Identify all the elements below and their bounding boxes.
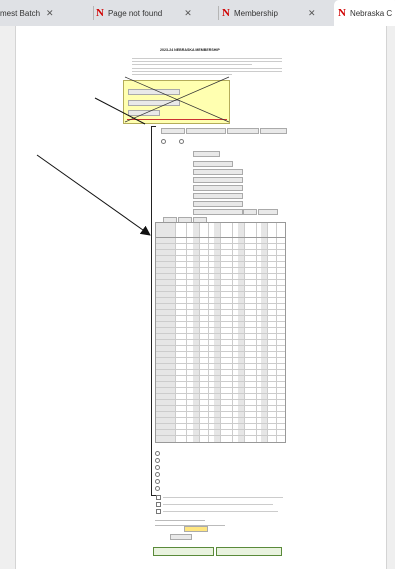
middle-name-input[interactable] bbox=[227, 128, 259, 134]
radio-option[interactable] bbox=[179, 139, 184, 144]
amount-field[interactable] bbox=[184, 526, 208, 532]
close-icon[interactable]: ✕ bbox=[308, 8, 316, 19]
employer-input[interactable] bbox=[193, 201, 243, 207]
sport-radio[interactable] bbox=[155, 479, 160, 484]
mobile-input[interactable] bbox=[193, 193, 243, 199]
close-icon[interactable]: ✕ bbox=[46, 8, 54, 19]
submit-button[interactable] bbox=[153, 547, 214, 556]
zip-input[interactable] bbox=[258, 209, 278, 215]
tab-label: mest Batch bbox=[0, 8, 41, 18]
policy-text bbox=[163, 511, 278, 512]
policy-checkbox[interactable] bbox=[156, 509, 161, 514]
school-select[interactable] bbox=[193, 161, 233, 167]
radio-option[interactable] bbox=[161, 139, 166, 144]
password-field[interactable] bbox=[128, 100, 180, 106]
agree-text bbox=[163, 497, 283, 498]
terms-text bbox=[163, 504, 273, 505]
submit-register-button[interactable] bbox=[216, 547, 282, 556]
agree-checkbox[interactable] bbox=[156, 495, 161, 500]
nebraska-logo-icon: N bbox=[222, 7, 230, 19]
tab-separator bbox=[93, 6, 94, 20]
last-name-input[interactable] bbox=[260, 128, 287, 134]
tab-membership[interactable]: N Membership ✕ bbox=[222, 0, 332, 26]
phone-input[interactable] bbox=[193, 185, 243, 191]
nebraska-logo-icon: N bbox=[338, 7, 346, 19]
state-input[interactable] bbox=[243, 209, 257, 215]
tab-label: Page not found bbox=[107, 8, 163, 18]
title-select[interactable] bbox=[161, 128, 185, 134]
email-input[interactable] bbox=[193, 177, 243, 183]
payment-method-select[interactable] bbox=[170, 534, 192, 540]
form-heading: 2023-24 NEBRASKA MEMBERSHIP bbox=[160, 48, 220, 52]
sport-radio[interactable] bbox=[155, 465, 160, 470]
tab-separator bbox=[218, 6, 219, 20]
warning-line bbox=[127, 119, 227, 120]
tab-page-not-found[interactable]: N Page not found ✕ bbox=[96, 0, 216, 26]
sport-radio[interactable] bbox=[155, 472, 160, 477]
city-input[interactable] bbox=[193, 209, 243, 215]
address-input[interactable] bbox=[193, 169, 243, 175]
username-field[interactable] bbox=[128, 89, 180, 95]
tab-label: Membership bbox=[233, 8, 278, 18]
close-icon[interactable]: ✕ bbox=[184, 8, 192, 19]
experience-grid-table bbox=[155, 222, 286, 443]
gender-select[interactable] bbox=[193, 151, 220, 157]
browser-tab-bar: mest Batch ✕ N Page not found ✕ N Member… bbox=[0, 0, 395, 26]
sport-radio[interactable] bbox=[155, 451, 160, 456]
tab-label: Nebraska C bbox=[349, 8, 393, 18]
sport-radio[interactable] bbox=[155, 458, 160, 463]
tab-contest-batch[interactable]: mest Batch ✕ bbox=[0, 0, 92, 26]
login-field[interactable] bbox=[128, 110, 160, 116]
nebraska-logo-icon: N bbox=[96, 7, 104, 19]
first-name-input[interactable] bbox=[186, 128, 226, 134]
sport-radio[interactable] bbox=[155, 486, 160, 491]
terms-checkbox[interactable] bbox=[156, 502, 161, 507]
tab-nebraska-active[interactable]: N Nebraska C bbox=[334, 0, 395, 26]
